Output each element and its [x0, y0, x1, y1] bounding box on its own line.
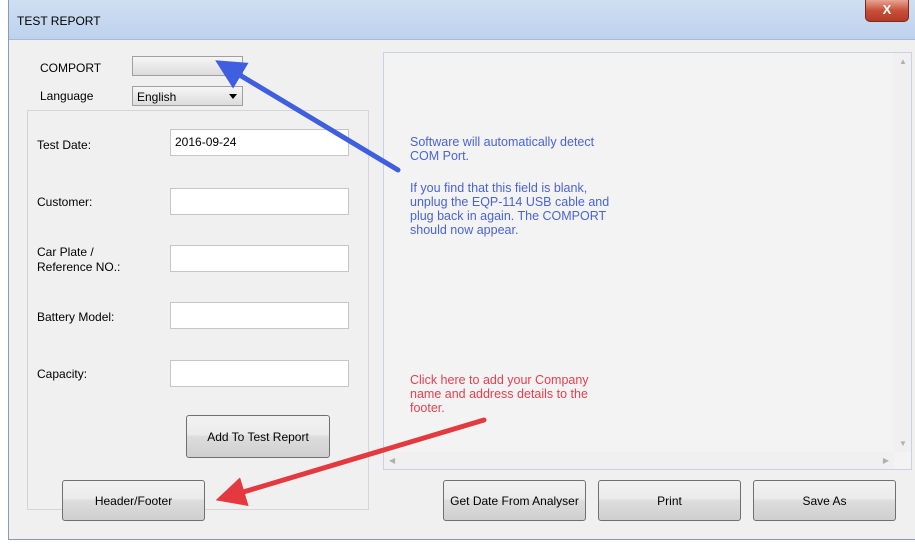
language-select[interactable]: English: [132, 86, 243, 106]
scroll-down-icon[interactable]: ▼: [899, 439, 907, 448]
car-plate-field[interactable]: [170, 245, 349, 272]
battery-model-field[interactable]: [170, 302, 349, 329]
customer-label: Customer:: [37, 195, 93, 209]
close-icon: X: [882, 2, 892, 17]
customer-field[interactable]: [170, 188, 349, 215]
language-value: English: [137, 90, 177, 104]
chevron-down-icon: [229, 94, 237, 99]
test-report-window: TEST REPORT X COMPORT Language English T…: [8, 0, 915, 540]
comport-help-note: If you find that this field is blank, un…: [410, 181, 609, 237]
scroll-left-icon[interactable]: ◀: [389, 456, 395, 465]
car-plate-label-line1: Car Plate /: [37, 245, 94, 259]
print-button[interactable]: Print: [598, 480, 741, 521]
car-plate-label-line2: Reference NO.:: [37, 260, 121, 274]
chevron-down-icon: [229, 64, 237, 69]
horizontal-scrollbar[interactable]: ◀ ▶: [384, 452, 894, 469]
note-line: COM Port.: [410, 149, 470, 163]
add-to-test-report-button[interactable]: Add To Test Report: [186, 415, 330, 458]
note-line: Click here to add your Company: [410, 373, 589, 387]
capacity-field[interactable]: [170, 360, 349, 387]
close-button[interactable]: X: [865, 0, 909, 22]
note-line: If you find that this field is blank,: [410, 181, 588, 195]
comport-label: COMPORT: [40, 61, 102, 75]
note-line: Software will automatically detect: [410, 135, 595, 149]
header-footer-button[interactable]: Header/Footer: [62, 480, 205, 521]
get-date-from-analyser-button[interactable]: Get Date From Analyser: [443, 480, 586, 521]
save-as-button[interactable]: Save As: [753, 480, 896, 521]
title-bar[interactable]: TEST REPORT X: [9, 0, 915, 40]
note-line: plug back in again. The COMPORT: [410, 209, 607, 223]
vertical-scrollbar[interactable]: ▲ ▼: [894, 53, 911, 452]
scroll-up-icon[interactable]: ▲: [899, 57, 907, 66]
test-date-field[interactable]: 2016-09-24: [170, 129, 349, 156]
capacity-label: Capacity:: [37, 367, 88, 381]
language-label: Language: [40, 89, 94, 103]
comport-auto-detect-note: Software will automatically detect COM P…: [410, 135, 594, 163]
note-line: unplug the EQP-114 USB cable and: [410, 195, 610, 209]
comport-select[interactable]: [132, 56, 243, 76]
test-date-label: Test Date:: [37, 138, 92, 152]
client-area: COMPORT Language English Test Date: 2016…: [9, 40, 915, 539]
report-form-group: Test Date: 2016-09-24 Customer: Car Plat…: [27, 110, 369, 510]
note-line: name and address details to the: [410, 387, 588, 401]
note-line: should now appear.: [410, 223, 519, 237]
note-line: footer.: [410, 401, 445, 415]
battery-model-label: Battery Model:: [37, 310, 115, 324]
scroll-right-icon[interactable]: ▶: [883, 456, 889, 465]
footer-help-note: Click here to add your Company name and …: [410, 373, 589, 415]
window-title: TEST REPORT: [17, 14, 101, 28]
